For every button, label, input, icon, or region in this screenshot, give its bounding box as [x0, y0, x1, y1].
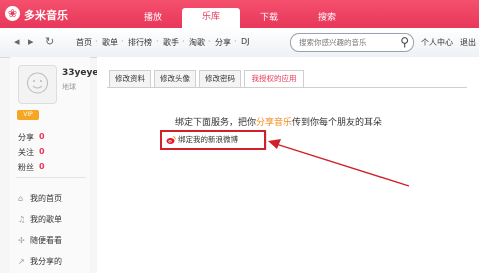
menu-item-browse[interactable]: ✢ 随便看看: [18, 235, 62, 246]
menu-item-label: 随便看看: [30, 236, 62, 245]
stat-label-fans[interactable]: 粉丝: [18, 162, 34, 173]
vip-badge: VIP: [17, 110, 39, 120]
tab-edit-profile[interactable]: 修改资料: [109, 70, 151, 88]
avatar[interactable]: [18, 65, 57, 104]
nav-tab-library[interactable]: 乐库: [182, 8, 240, 28]
crumb-discover[interactable]: 淘歌: [189, 37, 205, 48]
crumb-share[interactable]: 分享: [215, 37, 231, 48]
user-location: 地球: [62, 83, 76, 91]
profile-sidebar: 33yeye 地球 VIP 分享 0 关注 0 粉丝 0 ⌂ 我的首页 ♫ 我的歌单…: [10, 57, 98, 273]
tab-authorized-apps[interactable]: 我授权的应用: [244, 70, 304, 88]
menu-item-my-home[interactable]: ⌂ 我的首页: [18, 193, 62, 204]
menu-item-my-playlists[interactable]: ♫ 我的歌单: [18, 214, 62, 225]
forward-icon[interactable]: ▸: [28, 36, 34, 48]
home-icon: ⌂: [18, 194, 24, 203]
menu-item-label: 我分享的: [30, 257, 62, 266]
tabs-underline: [107, 87, 467, 88]
tab-edit-password[interactable]: 修改密码: [199, 70, 241, 88]
nav-tab-download[interactable]: 下载: [240, 9, 298, 28]
crumb-dj[interactable]: DJ: [241, 37, 250, 46]
prompt-suffix: 传到你每个朋友的耳朵: [292, 118, 383, 128]
search-input[interactable]: [299, 34, 395, 51]
stat-label-following[interactable]: 关注: [18, 147, 34, 158]
stat-label-shares[interactable]: 分享: [18, 132, 34, 143]
app-title: 多米音乐: [24, 9, 68, 22]
crumb-home[interactable]: 首页: [76, 37, 92, 48]
logo-icon: ❀: [5, 6, 20, 21]
back-icon[interactable]: ◂: [14, 36, 20, 48]
logout-link[interactable]: 退出: [460, 37, 476, 48]
menu-item-label: 我的首页: [30, 194, 62, 203]
crumb-separator: ·: [208, 37, 211, 46]
nav-tab-search[interactable]: 搜索: [298, 9, 356, 28]
username[interactable]: 33yeye: [62, 68, 98, 78]
crumb-separator: ·: [95, 37, 98, 46]
top-nav-bar: ❀ 多米音乐 播放 乐库 下载 搜索: [0, 0, 479, 28]
crumb-artists[interactable]: 歌手: [163, 37, 179, 48]
stat-value-fans[interactable]: 0: [39, 162, 45, 171]
settings-panel: 修改资料 修改头像 修改密码 我授权的应用 绑定下面服务，把你分享音乐传到你每个…: [97, 57, 479, 273]
crumb-separator: ·: [182, 37, 185, 46]
crumb-separator: ·: [121, 37, 124, 46]
bind-service-prompt: 绑定下面服务，把你分享音乐传到你每个朋友的耳朵: [175, 115, 382, 128]
share-icon: ↗: [18, 257, 25, 266]
share-music-link[interactable]: 分享音乐: [256, 118, 292, 128]
menu-item-label: 我的歌单: [30, 215, 62, 224]
stat-value-following[interactable]: 0: [39, 147, 45, 156]
menu-item-my-shares[interactable]: ↗ 我分享的: [18, 256, 62, 267]
divider: [16, 177, 86, 178]
refresh-icon[interactable]: ↻: [45, 36, 54, 48]
annotation-highlight-box: [160, 130, 266, 150]
tab-edit-avatar[interactable]: 修改头像: [154, 70, 196, 88]
crumb-charts[interactable]: 排行榜: [128, 37, 152, 48]
crumb-separator: ·: [234, 37, 237, 46]
browse-icon: ✢: [18, 236, 25, 245]
prompt-prefix: 绑定下面服务，把你: [175, 118, 257, 128]
nav-tab-play[interactable]: 播放: [124, 9, 182, 28]
toolbar: ◂ ▸ ↻ 首页 · 歌单 · 排行榜 · 歌手 · 淘歌 · 分享 · DJ …: [0, 28, 479, 58]
search-icon[interactable]: ⚲: [400, 35, 409, 49]
crumb-separator: ·: [156, 37, 159, 46]
avatar-placeholder-icon: [27, 72, 48, 94]
crumb-playlists[interactable]: 歌单: [102, 37, 118, 48]
stat-value-shares[interactable]: 0: [39, 132, 45, 141]
user-center-link[interactable]: 个人中心: [421, 37, 453, 48]
search-box: ⚲: [290, 33, 414, 52]
playlist-icon: ♫: [18, 215, 26, 224]
